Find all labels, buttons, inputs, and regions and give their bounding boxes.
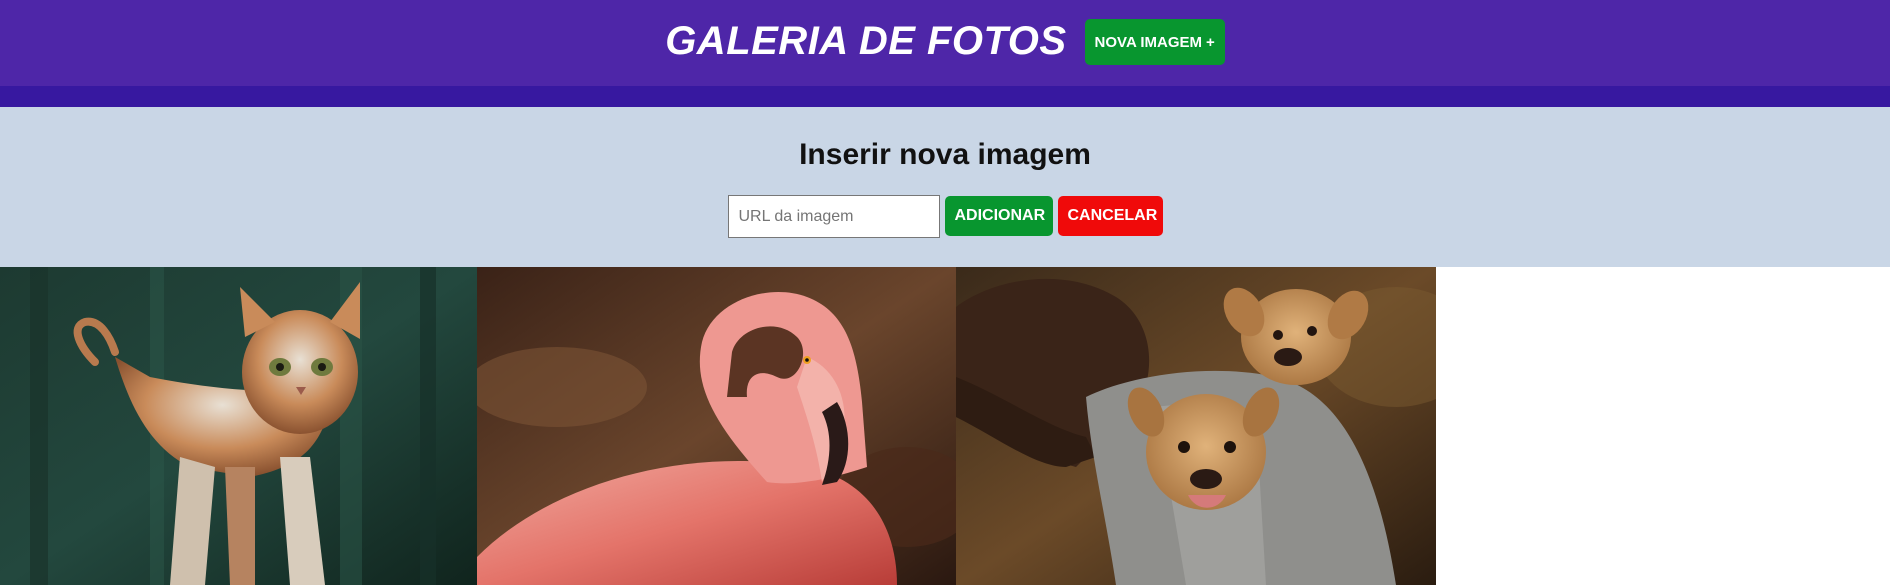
puppies-image <box>956 267 1436 585</box>
url-input[interactable] <box>727 195 940 238</box>
plus-icon: + <box>1206 33 1215 51</box>
app-header: GALERIA DE FOTOS NOVA IMAGEM + <box>0 0 1890 86</box>
form-title: Inserir nova imagem <box>799 138 1091 171</box>
new-image-label: NOVA IMAGEM <box>1094 33 1203 51</box>
gallery-photo-cat[interactable] <box>0 267 477 585</box>
cancel-button[interactable]: CANCELAR <box>1057 196 1163 236</box>
cat-image <box>0 267 477 585</box>
new-image-form: Inserir nova imagem ADICIONAR CANCELAR <box>0 107 1890 267</box>
page-title: GALERIA DE FOTOS <box>665 18 1067 63</box>
flamingo-image <box>477 267 956 585</box>
gallery-photo-puppies[interactable] <box>956 267 1436 585</box>
photo-gallery <box>0 267 1436 585</box>
form-controls: ADICIONAR CANCELAR <box>0 195 1890 238</box>
add-button[interactable]: ADICIONAR <box>944 196 1053 236</box>
gallery-photo-flamingo[interactable] <box>477 267 956 585</box>
header-stripe <box>0 86 1890 107</box>
new-image-button[interactable]: NOVA IMAGEM + <box>1084 19 1225 65</box>
